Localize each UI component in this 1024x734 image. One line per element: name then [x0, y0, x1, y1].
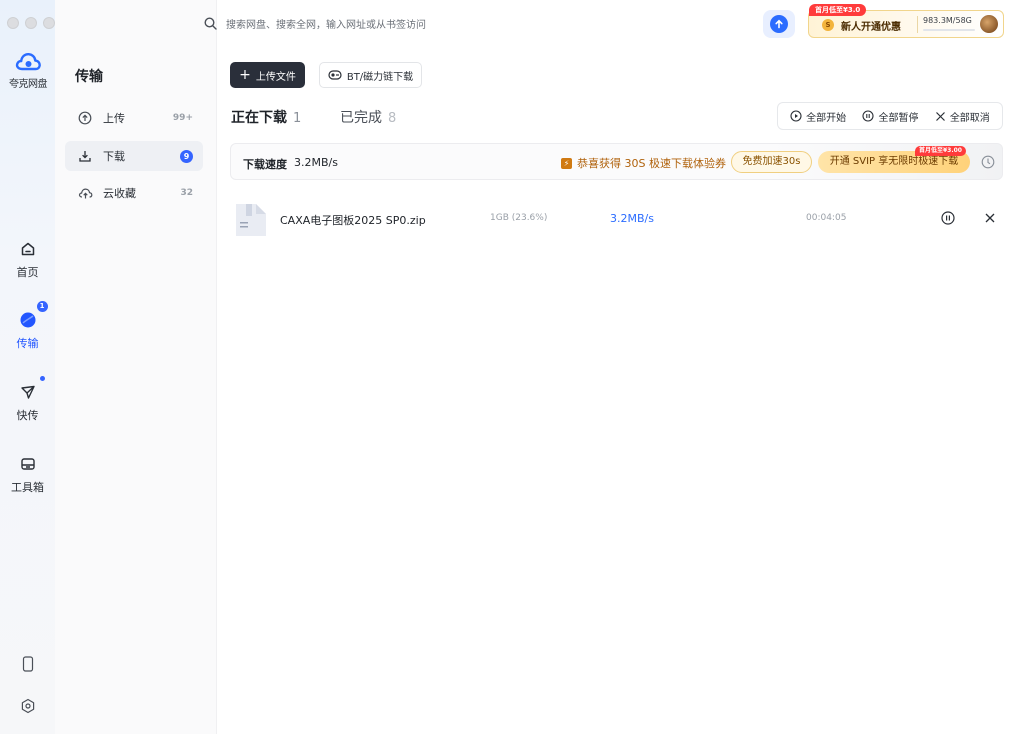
- sidebar-item-upload[interactable]: 上传 99+: [65, 103, 203, 133]
- download-speed-bar: 下载速度 3.2MB/s ⚡ 恭喜获得 30S 极速下载体验券 免费加速30s …: [230, 143, 1003, 180]
- cloud-logo-icon: [15, 53, 41, 71]
- phone-icon: [22, 656, 33, 672]
- nav-rail: 夸克网盘 首页 1 传输 快传 工具箱: [0, 0, 55, 734]
- rail-item-label: 快传: [16, 409, 39, 422]
- rail-item-label: 首页: [16, 266, 39, 279]
- file-speed: 3.2MB/s: [610, 212, 654, 225]
- sidebar-item-label: 下载: [103, 150, 125, 163]
- rail-item-home[interactable]: 首页: [0, 238, 55, 280]
- upload-file-button[interactable]: + 上传文件: [230, 62, 305, 88]
- zip-file-icon: [232, 200, 266, 236]
- storage-quota: 983.3M/58G: [923, 16, 972, 25]
- svip-promo-tag: 首月低至¥3.00: [915, 146, 966, 156]
- play-circle-icon: [790, 110, 802, 122]
- zoom-window-button[interactable]: [43, 17, 55, 29]
- bt-download-label: BT/磁力链下载: [346, 71, 414, 83]
- pause-all-button[interactable]: 全部暂停: [862, 109, 918, 124]
- toolbox-icon: [17, 453, 39, 475]
- tab-count: 8: [388, 111, 397, 126]
- minimize-window-button[interactable]: [25, 17, 37, 29]
- coin-icon: S: [822, 19, 834, 31]
- app-name: 夸克网盘: [9, 79, 48, 90]
- transfer-sidebar: 传输 上传 99+ 下载 9 云收藏 32: [55, 0, 217, 734]
- rail-item-label: 传输: [16, 337, 39, 350]
- tab-count: 1: [293, 111, 302, 126]
- home-icon: [17, 238, 39, 260]
- plus-icon: +: [239, 67, 251, 83]
- phone-button[interactable]: [0, 656, 55, 672]
- sidebar-item-download[interactable]: 下载 9: [65, 141, 203, 171]
- app-logo[interactable]: 夸克网盘: [8, 50, 48, 90]
- rail-item-label: 工具箱: [11, 481, 44, 494]
- tab-label: 已完成: [340, 110, 382, 126]
- table-row[interactable]: CAXA电子图板2025 SP0.zip 1GB (23.6%) 3.2MB/s…: [230, 196, 1003, 240]
- magnet-icon: [328, 69, 342, 81]
- app-window: 夸克网盘 首页 1 传输 快传 工具箱 传输 上传 99+ 下载 9 云收藏 3…: [0, 0, 1024, 734]
- settings-icon: [21, 698, 34, 714]
- upload-icon: [77, 110, 93, 126]
- cancel-all-button[interactable]: 全部取消: [935, 109, 990, 124]
- sidebar-item-cloud-collect[interactable]: 云收藏 32: [65, 178, 203, 208]
- tab-completed[interactable]: 已完成 8: [340, 107, 396, 127]
- start-all-button[interactable]: 全部开始: [790, 109, 846, 124]
- tab-label: 正在下载: [231, 110, 287, 126]
- tab-downloading[interactable]: 正在下载 1: [231, 107, 301, 127]
- send-icon: [17, 376, 45, 403]
- sidebar-item-label: 云收藏: [103, 187, 136, 200]
- avatar[interactable]: [979, 14, 999, 34]
- rail-item-transfer[interactable]: 1 传输: [0, 301, 55, 351]
- free-boost-button[interactable]: 免费加速30s: [731, 151, 812, 173]
- speed-voucher-text: 恭喜获得 30S 极速下载体验券: [577, 157, 726, 170]
- speed-voucher-notice: ⚡ 恭喜获得 30S 极速下载体验券: [561, 155, 726, 171]
- upload-count: 99+: [172, 113, 193, 123]
- pause-circle-icon: [862, 110, 875, 122]
- search-input[interactable]: 搜索网盘、搜索全网，输入网址或从书签访问: [226, 16, 426, 31]
- promo-divider: [917, 16, 918, 33]
- speed-value: 3.2MB/s: [294, 156, 338, 169]
- upload-arrow-icon: [770, 15, 788, 33]
- bt-magnet-download-button[interactable]: BT/磁力链下载: [319, 62, 422, 88]
- pause-icon[interactable]: [940, 210, 956, 226]
- close-icon[interactable]: [983, 211, 997, 225]
- pause-all-label: 全部暂停: [878, 112, 919, 124]
- transfer-icon: 1: [17, 301, 48, 331]
- sidebar-item-label: 上传: [103, 112, 125, 125]
- send-new-dot: [39, 376, 45, 381]
- transfer-badge: 1: [36, 301, 48, 312]
- start-all-label: 全部开始: [806, 112, 847, 124]
- speed-info-icon[interactable]: [981, 155, 995, 169]
- global-search[interactable]: 搜索网盘、搜索全网，输入网址或从书签访问: [204, 10, 504, 36]
- transfer-status-button[interactable]: [763, 10, 795, 38]
- download-icon: [77, 148, 93, 164]
- window-controls: [7, 17, 55, 29]
- promo-text: 新人开通优惠: [841, 22, 901, 33]
- sidebar-title: 传输: [75, 69, 103, 85]
- cloud-collect-count: 32: [180, 188, 193, 198]
- cloud-icon: [77, 185, 93, 201]
- rail-item-toolbox[interactable]: 工具箱: [0, 453, 55, 495]
- time-remaining: 00:04:05: [806, 213, 847, 223]
- search-icon: [204, 16, 217, 30]
- rail-item-send[interactable]: 快传: [0, 376, 55, 423]
- settings-button[interactable]: [0, 698, 55, 714]
- storage-quota-bar: [923, 29, 975, 31]
- file-size-progress: 1GB (23.6%): [490, 213, 548, 223]
- close-icon: [935, 111, 946, 122]
- close-window-button[interactable]: [7, 17, 19, 29]
- membership-promo[interactable]: 首月低至¥3.0 S 新人开通优惠 983.3M/58G: [808, 4, 1004, 38]
- lightning-icon: ⚡: [561, 157, 572, 169]
- speed-label: 下载速度: [243, 158, 287, 171]
- download-count-badge: 9: [180, 149, 193, 163]
- bulk-actions: 全部开始 全部暂停 全部取消: [777, 102, 1003, 130]
- upload-file-label: 上传文件: [255, 71, 296, 83]
- file-name: CAXA电子图板2025 SP0.zip: [280, 214, 426, 227]
- cancel-all-label: 全部取消: [949, 112, 990, 124]
- promo-tag: 首月低至¥3.0: [809, 4, 867, 16]
